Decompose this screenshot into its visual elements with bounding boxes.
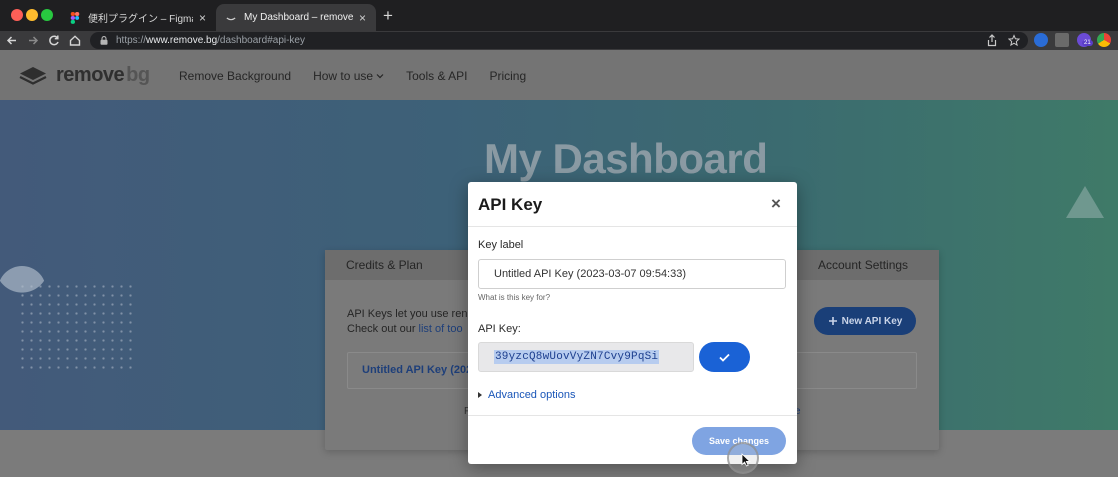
description-line: Check out our list of too: [347, 322, 467, 337]
copy-api-key-button[interactable]: [699, 342, 750, 372]
nav-tools-api[interactable]: Tools & API: [406, 69, 467, 83]
dialog-title: API Key: [478, 195, 543, 214]
decorative-triangle: [1066, 186, 1104, 218]
tab-title: My Dashboard – remove.bg: [244, 12, 353, 23]
api-key-label: API Key:: [478, 323, 521, 335]
home-icon[interactable]: [66, 31, 84, 50]
extension-icon[interactable]: [1034, 33, 1048, 47]
close-icon[interactable]: ×: [359, 11, 366, 25]
brand-main: remove: [56, 64, 125, 86]
forward-arrow-icon[interactable]: [24, 31, 42, 50]
removebg-icon: [226, 17, 236, 20]
url-host: www.remove.bg: [146, 35, 218, 46]
caret-right-icon: [478, 392, 482, 398]
nav-pricing[interactable]: Pricing: [489, 69, 526, 83]
key-label-input[interactable]: Untitled API Key (2023-03-07 09:54:33): [478, 259, 786, 289]
reload-icon[interactable]: [45, 31, 63, 50]
site-header: remove bg Remove Background How to use To…: [0, 50, 1118, 100]
close-window-button[interactable]: [11, 9, 23, 21]
lock-icon: [100, 36, 108, 45]
dialog-header: API Key ×: [468, 182, 797, 227]
api-key-dialog: API Key × Key label Untitled API Key (20…: [468, 182, 797, 464]
description-line: API Keys let you use ren: [347, 308, 468, 320]
key-label-help: What is this key for?: [478, 293, 551, 302]
browser-tab-bar: 便利プラグイン – Figma × My Dashboard – remove.…: [0, 0, 1118, 31]
figma-icon: [70, 11, 80, 24]
star-icon[interactable]: [1008, 34, 1020, 47]
site-logo[interactable]: remove bg: [18, 64, 150, 87]
api-key-name[interactable]: Untitled API Key (202: [362, 364, 472, 376]
close-icon[interactable]: ×: [771, 195, 781, 212]
extension-icon[interactable]: [1055, 33, 1069, 47]
profile-avatar[interactable]: [1097, 33, 1111, 47]
tab-title: 便利プラグイン – Figma: [88, 14, 193, 25]
url-scheme: https://: [116, 35, 147, 46]
new-api-key-button[interactable]: New API Key: [814, 307, 916, 335]
check-icon: [719, 353, 730, 362]
brand-name: remove bg: [56, 64, 150, 87]
url-bar[interactable]: https:// www.remove.bg /dashboard#api-ke…: [90, 32, 1028, 49]
tools-link[interactable]: list of too: [419, 323, 463, 335]
url-path: /dashboard#api-key: [217, 35, 305, 46]
extension-badge: 21: [1082, 40, 1093, 46]
main-nav: Remove Background How to use Tools & API…: [179, 69, 526, 83]
close-icon[interactable]: ×: [199, 11, 206, 25]
minimize-window-button[interactable]: [26, 9, 38, 21]
new-api-key-label: New API Key: [841, 315, 903, 327]
new-tab-button[interactable]: +: [383, 6, 393, 26]
cursor-icon: [741, 453, 751, 467]
api-key-value[interactable]: 39yzcQ8wUovVyZN7Cvy9PqSi: [494, 350, 660, 364]
nav-how-to-use-label: How to use: [313, 69, 374, 83]
advanced-options-label: Advanced options: [488, 389, 576, 401]
tab-figma[interactable]: 便利プラグイン – Figma ×: [60, 4, 216, 31]
plus-icon: [828, 317, 837, 325]
nav-how-to-use[interactable]: How to use: [313, 69, 384, 83]
chevron-down-icon: [376, 74, 384, 79]
decorative-dots: [18, 282, 138, 372]
back-arrow-icon[interactable]: [3, 31, 21, 50]
tab-credits-plan[interactable]: Credits & Plan: [346, 258, 423, 272]
removebg-logo-icon: [19, 66, 47, 85]
brand-suffix: bg: [126, 64, 150, 86]
api-keys-description: API Keys let you use ren Check out our l…: [347, 307, 467, 337]
browser-toolbar: https:// www.remove.bg /dashboard#api-ke…: [0, 31, 1118, 50]
page-title: My Dashboard: [484, 135, 768, 182]
share-icon[interactable]: [986, 34, 998, 47]
advanced-options-toggle[interactable]: Advanced options: [478, 389, 575, 401]
description-text: Check out our: [347, 323, 419, 335]
api-key-field[interactable]: 39yzcQ8wUovVyZN7Cvy9PqSi: [478, 342, 694, 372]
tab-my-dashboard[interactable]: My Dashboard – remove.bg ×: [216, 4, 376, 31]
key-label-label: Key label: [478, 239, 524, 251]
tab-account-settings[interactable]: Account Settings: [818, 258, 908, 272]
nav-remove-background[interactable]: Remove Background: [179, 69, 291, 83]
maximize-window-button[interactable]: [41, 9, 53, 21]
